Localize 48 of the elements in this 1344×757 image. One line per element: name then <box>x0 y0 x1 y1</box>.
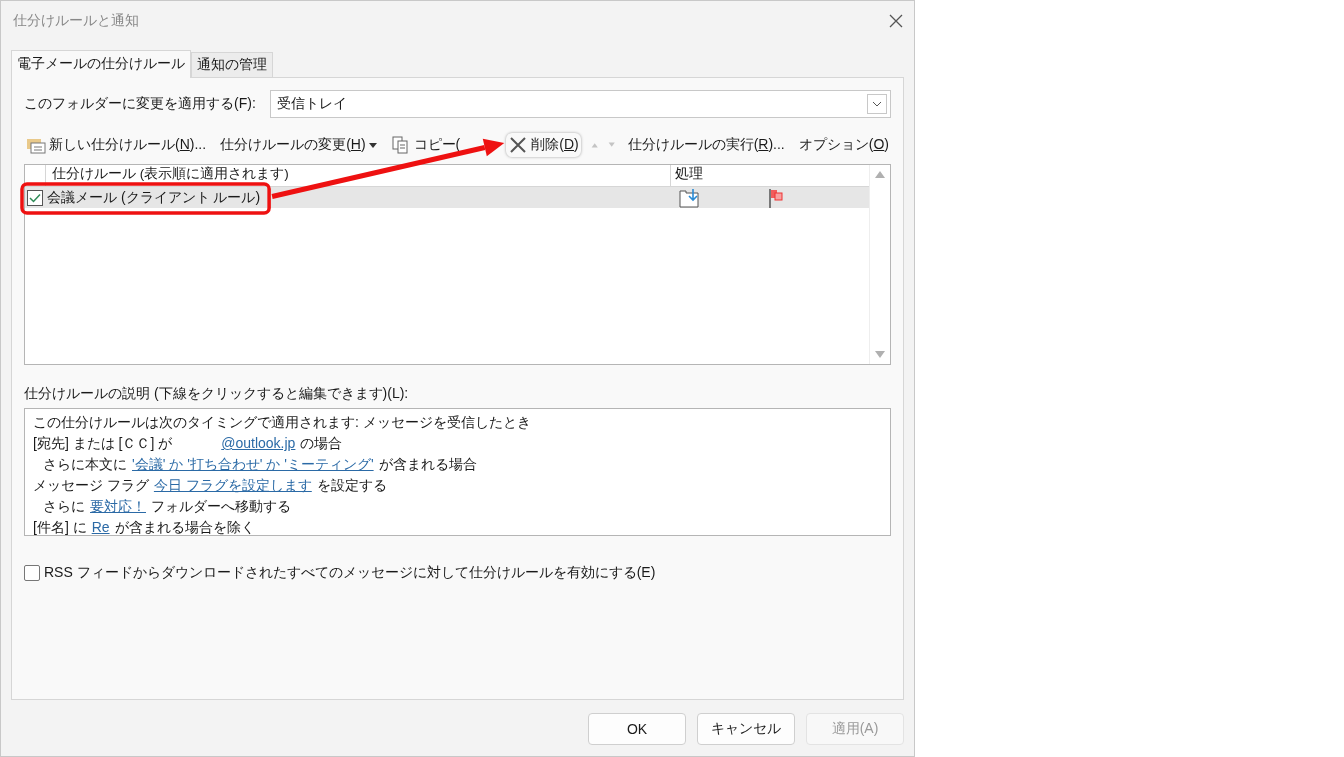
copy-button[interactable]: コピー( <box>388 133 463 157</box>
caret-icon <box>368 142 377 148</box>
change-rule-button[interactable]: 仕分けルールの変更(H) <box>218 133 379 157</box>
checkmark-icon <box>29 192 41 203</box>
scroll-down-icon[interactable] <box>875 351 885 358</box>
new-rule-button[interactable]: 新しい仕分けルール(N)... <box>24 133 209 157</box>
description-text: [件名] に <box>33 518 87 537</box>
description-text: を設定する <box>316 476 387 495</box>
copy-icon <box>390 136 411 154</box>
description-label: 仕分けルールの説明 (下線をクリックすると編集できます)(L): <box>24 385 410 403</box>
scroll-up-icon[interactable] <box>875 171 885 178</box>
column-header[interactable]: 仕分けルール (表示順に適用されます) <box>46 165 671 186</box>
close-icon[interactable] <box>888 13 904 29</box>
options-button[interactable]: オプション(O) <box>796 133 891 157</box>
description-text: が含まれる場合を除く <box>114 518 255 537</box>
folder-dropdown[interactable]: 受信トレイ <box>269 90 891 118</box>
delete-button[interactable]: 削除(D) <box>506 133 581 157</box>
checkbox[interactable] <box>27 189 43 206</box>
run-rules-button[interactable]: 仕分けルールの実行(R)... <box>625 133 787 157</box>
rule-name: 会議メール (クライアント ルール) <box>47 188 261 207</box>
condition-link[interactable]: 今日 フラグを設定します <box>153 475 312 496</box>
checkbox[interactable] <box>24 565 40 581</box>
condition-link[interactable]: 要対応！ <box>90 496 146 517</box>
condition-link[interactable]: @outlook.jp <box>177 433 296 454</box>
column-header[interactable]: 処理 <box>671 165 703 186</box>
rule-row[interactable]: 会議メール (クライアント ルール) <box>25 187 869 208</box>
description-text: さらに本文に <box>42 455 127 474</box>
flag-icon <box>769 187 785 208</box>
description-text: メッセージ フラグ <box>33 476 149 495</box>
window-title: 仕分けルールと通知 <box>13 12 139 30</box>
tab[interactable]: 電子メールの仕分けルール <box>11 50 191 78</box>
condition-link[interactable]: '会議' か '打ち合わせ' か 'ミーティング' <box>132 454 374 475</box>
condition-link[interactable]: Re <box>91 517 110 538</box>
checkbox-label: RSS フィードからダウンロードされたすべてのメッセージに対して仕分けルールを有効にする(E) <box>44 564 656 582</box>
chevron-down-icon <box>872 101 882 107</box>
description-text: [宛先] または [ＣＣ] が <box>33 434 173 453</box>
folder-label: このフォルダーに変更を適用する(F): <box>24 95 256 113</box>
ok-button[interactable]: OK <box>588 713 686 745</box>
description-text: さらに <box>42 497 85 516</box>
folder-document-icon <box>26 136 46 154</box>
description-text: この仕分けルールは次のタイミングで適用されます: メッセージを受信したとき <box>33 413 531 432</box>
folder-arrow-icon <box>679 187 701 208</box>
cancel-button[interactable]: キャンセル <box>697 713 795 745</box>
tab[interactable]: 通知の管理 <box>191 52 273 77</box>
delete-icon <box>508 136 529 154</box>
description-text: が含まれる場合 <box>378 455 477 474</box>
description-text: フォルダーへ移動する <box>151 497 291 516</box>
description-text: の場合 <box>300 434 343 453</box>
